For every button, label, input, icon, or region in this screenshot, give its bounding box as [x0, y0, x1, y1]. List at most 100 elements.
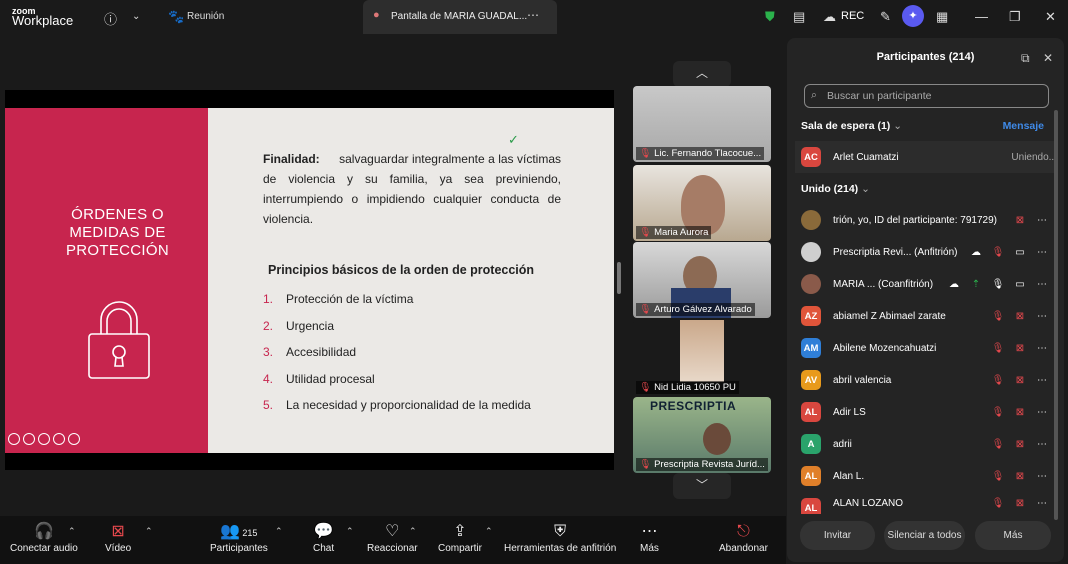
list-item[interactable]: A adrii 🎙 ⊠ ⋯: [801, 428, 1053, 460]
cloud-icon: ☁: [949, 278, 959, 290]
share-screen-icon: ⇪: [453, 523, 467, 540]
meeting-toolbar: 🎧 Conectar audio ⌃ ⊠ Vídeo ⌃ 👥 215 Participa…: [0, 516, 786, 564]
react-options-caret[interactable]: ⌃: [409, 526, 417, 537]
gallery-scroll-up-button[interactable]: ︿: [673, 61, 731, 87]
restore-icon[interactable]: ❐: [1009, 9, 1021, 25]
info-icon[interactable]: ⓘ: [104, 9, 117, 28]
prev-slide-icon[interactable]: [8, 433, 20, 445]
ai-companion-icon[interactable]: ✦: [902, 5, 924, 27]
list-item[interactable]: AC Arlet Cuamatzi Uniendo...: [795, 141, 1057, 173]
chevron-down-icon[interactable]: ⌄: [132, 11, 140, 22]
participants-button[interactable]: 👥 215 Participantes: [210, 521, 268, 554]
shield-icon[interactable]: ⛊: [765, 9, 775, 25]
list-item[interactable]: AV abril valencia 🎙 ⊠ ⋯: [801, 364, 1053, 396]
participants-options-caret[interactable]: ⌃: [275, 526, 283, 537]
video-off-icon[interactable]: ⊠: [1009, 498, 1031, 509]
more-button[interactable]: ⋯ Más: [640, 521, 659, 554]
message-link[interactable]: Mensaje: [1003, 120, 1044, 132]
leave-button[interactable]: ⎋ Abandonar: [719, 521, 768, 554]
panel-scrollbar[interactable]: [1054, 110, 1058, 520]
mic-muted-icon[interactable]: 🎙: [987, 471, 1009, 482]
more-button[interactable]: Más: [975, 521, 1051, 550]
share-options-caret[interactable]: ⌃: [485, 526, 493, 537]
popout-icon[interactable]: ⧉: [1021, 51, 1030, 66]
share-button[interactable]: ⇪ Compartir: [438, 521, 482, 554]
more-icon[interactable]: ⋯: [1031, 343, 1053, 354]
captions-icon[interactable]: [38, 433, 50, 445]
mic-muted-icon[interactable]: 🎙: [987, 343, 1009, 354]
notes-icon[interactable]: ▤: [793, 9, 805, 25]
screen-share-tab[interactable]: ● Pantalla de MARIA GUADAL... ⋯: [363, 0, 557, 34]
video-tile[interactable]: 🎙 Arturo Gálvez Alvarado: [633, 242, 771, 318]
gallery-resize-handle[interactable]: [617, 262, 621, 294]
more-icon[interactable]: [53, 433, 65, 445]
mic-muted-icon[interactable]: 🎙: [987, 407, 1009, 418]
list-item[interactable]: AZ abiamel Z Abimael zarate 🎙 ⊠ ⋯: [801, 300, 1053, 332]
search-input[interactable]: ⌕ Buscar un participante: [804, 84, 1049, 108]
mute-all-button[interactable]: Silenciar a todos: [884, 521, 965, 550]
more-options-icon[interactable]: ⋯: [527, 8, 539, 22]
list-item[interactable]: trión, yo, ID del participante: 791729) …: [801, 204, 1053, 236]
meeting-label[interactable]: Reunión: [187, 11, 224, 22]
list-item[interactable]: AL Alan L. 🎙 ⊠ ⋯: [801, 460, 1053, 492]
video-icon[interactable]: ▭: [1009, 279, 1031, 290]
rec-label[interactable]: REC: [841, 10, 864, 22]
pen-icon[interactable]: ✎: [880, 9, 891, 25]
next-slide-icon[interactable]: [68, 433, 80, 445]
more-icon[interactable]: ⋯: [1031, 247, 1053, 258]
video-off-icon[interactable]: ⊠: [1009, 375, 1031, 386]
chat-button[interactable]: 💬 Chat: [313, 521, 334, 554]
mic-muted-icon[interactable]: 🎙: [987, 498, 1009, 509]
video-off-icon[interactable]: ⊠: [1009, 311, 1031, 322]
video-tile[interactable]: PRESCRIPTIA 🎙 Prescriptia Revista Juríd..…: [633, 397, 771, 473]
video-button[interactable]: ⊠ Vídeo: [105, 521, 131, 554]
video-off-icon[interactable]: ⊠: [1009, 407, 1031, 418]
video-icon[interactable]: ▭: [1009, 247, 1031, 258]
waiting-room-header[interactable]: Sala de espera (1) ⌄: [801, 120, 902, 132]
more-icon[interactable]: ⋯: [1031, 215, 1053, 226]
close-icon[interactable]: ✕: [1045, 9, 1056, 25]
video-tile[interactable]: 🎙 Maria Aurora: [633, 165, 771, 241]
chat-options-caret[interactable]: ⌃: [346, 526, 354, 537]
mic-muted-icon[interactable]: 🎙: [987, 311, 1009, 322]
mic-muted-icon[interactable]: 🎙: [987, 247, 1009, 258]
more-icon[interactable]: ⋯: [1031, 407, 1053, 418]
video-tile[interactable]: 🎙 Nid Lidia 10650 PU: [633, 320, 771, 396]
close-panel-icon[interactable]: ✕: [1043, 51, 1053, 65]
mic-icon[interactable]: 🎙: [987, 279, 1009, 290]
video-tile[interactable]: 🎙 Lic. Fernando Tlacocue...: [633, 86, 771, 162]
video-off-icon[interactable]: ⊠: [1009, 215, 1031, 226]
more-icon[interactable]: ⋯: [1031, 439, 1053, 450]
tile-name: 🎙 Lic. Fernando Tlacocue...: [636, 147, 765, 160]
leave-icon: ⎋: [737, 523, 750, 540]
list-item[interactable]: AL Adir LS 🎙 ⊠ ⋯: [801, 396, 1053, 428]
list-item[interactable]: MARIA ... (Coanfitrión) ☁ ⇡ 🎙 ▭ ⋯: [801, 268, 1053, 300]
minimize-icon[interactable]: —: [975, 9, 988, 24]
shield-icon: ⛨: [554, 523, 567, 540]
list-item: 3. Accesibilidad: [263, 345, 357, 359]
more-icon[interactable]: ⋯: [1031, 279, 1053, 290]
video-off-icon[interactable]: ⊠: [1009, 343, 1031, 354]
audio-options-caret[interactable]: ⌃: [68, 526, 76, 537]
mic-muted-icon[interactable]: 🎙: [987, 375, 1009, 386]
video-off-icon[interactable]: ⊠: [1009, 439, 1031, 450]
joined-header[interactable]: Unido (214) ⌄: [801, 183, 870, 195]
host-tools-button[interactable]: ⛨ Herramientas de anfitrión: [504, 521, 616, 554]
pen-tool-icon[interactable]: [23, 433, 35, 445]
video-options-caret[interactable]: ⌃: [145, 526, 153, 537]
view-icon[interactable]: ▦: [936, 9, 948, 25]
more-icon[interactable]: ⋯: [1031, 498, 1053, 509]
list-item[interactable]: AL ALAN LOZANO 🎙 ⊠ ⋯: [801, 492, 1053, 514]
cloud-record-icon[interactable]: ☁: [823, 9, 836, 25]
more-icon[interactable]: ⋯: [1031, 375, 1053, 386]
more-icon[interactable]: ⋯: [1031, 311, 1053, 322]
mic-muted-icon[interactable]: 🎙: [987, 439, 1009, 450]
invite-button[interactable]: Invitar: [800, 521, 875, 550]
video-off-icon[interactable]: ⊠: [1009, 471, 1031, 482]
more-icon[interactable]: ⋯: [1031, 471, 1053, 482]
gallery-scroll-down-button[interactable]: ﹀: [673, 473, 731, 499]
list-item[interactable]: Prescriptia Revi... (Anfitrión) ☁ 🎙 ▭ ⋯: [801, 236, 1053, 268]
search-placeholder: Buscar un participante: [827, 90, 932, 102]
list-item[interactable]: AM Abilene Mozencahuatzi 🎙 ⊠ ⋯: [801, 332, 1053, 364]
participant-face: [703, 423, 731, 455]
